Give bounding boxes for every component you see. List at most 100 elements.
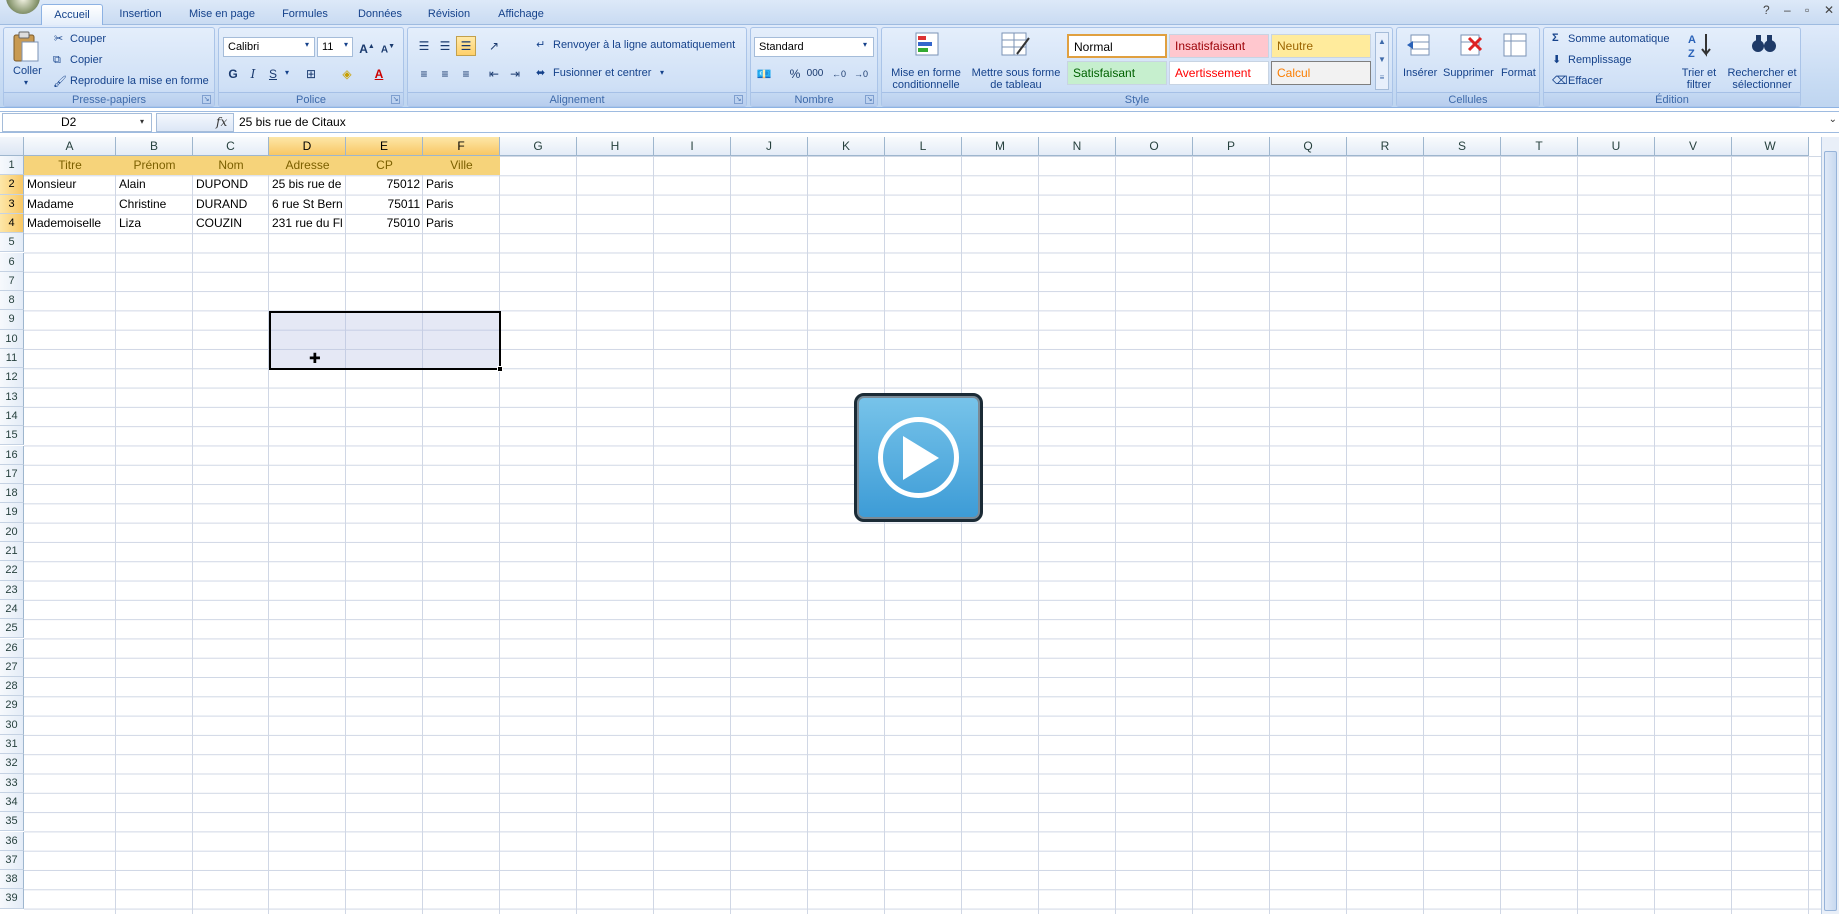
row-header-17[interactable]: 17 (0, 464, 24, 485)
table-format-button[interactable]: Mettre sous forme de tableau (970, 67, 1062, 91)
help-icon[interactable]: ? (1763, 3, 1770, 17)
column-header-p[interactable]: P (1193, 137, 1270, 156)
cell-f2[interactable]: Paris (423, 175, 500, 194)
cell-area[interactable]: Titre Prénom Nom Adresse CP Ville Monsieur Alai… (24, 156, 1821, 914)
align-center-icon[interactable]: ≡ (435, 64, 455, 84)
fill-button[interactable]: Remplissage (1568, 54, 1632, 66)
font-launcher-icon[interactable]: ↘ (391, 95, 400, 104)
vertical-scroll-thumb[interactable] (1824, 151, 1837, 911)
sort-filter-button[interactable]: Trier et filtrer (1677, 67, 1721, 91)
style-insatisfaisant[interactable]: Insatisfaisant (1169, 34, 1269, 58)
row-header-14[interactable]: 14 (0, 406, 24, 427)
copy-button[interactable]: Copier (70, 54, 102, 66)
select-all-corner[interactable] (0, 137, 24, 156)
increase-decimal-icon[interactable]: ←0 (829, 64, 849, 84)
conditional-format-icon[interactable] (912, 30, 946, 62)
header-cell-e[interactable]: CP (346, 156, 423, 175)
clear-button[interactable]: Effacer (1568, 75, 1603, 87)
cell-b3[interactable]: Christine (116, 195, 193, 214)
name-box[interactable]: D2 (2, 113, 152, 132)
row-header-32[interactable]: 32 (0, 754, 24, 774)
number-format-dropdown-icon[interactable]: ▾ (863, 40, 867, 49)
cell-c4[interactable]: COUZIN (193, 214, 269, 233)
row-header-38[interactable]: 38 (0, 870, 24, 890)
row-header-39[interactable]: 39 (0, 889, 24, 909)
column-header-b[interactable]: B (116, 137, 193, 156)
table-format-icon[interactable] (999, 30, 1033, 62)
worksheet-grid[interactable]: ABCDEFGHIJKLMNOPQRSTUVW 1 2 3 4 5 6 7 8 9 10 11 12 1… (0, 137, 1821, 914)
decrease-decimal-icon[interactable]: →0 (851, 64, 871, 84)
column-header-i[interactable]: I (654, 137, 731, 156)
header-cell-b[interactable]: Prénom (116, 156, 193, 175)
find-select-button[interactable]: Rechercher et sélectionner (1724, 67, 1800, 91)
column-header-l[interactable]: L (885, 137, 962, 156)
cell-e2[interactable]: 75012 (346, 175, 423, 194)
header-cell-c[interactable]: Nom (193, 156, 269, 175)
close-icon[interactable]: ✕ (1824, 3, 1834, 17)
tab-insertion[interactable]: Insertion (108, 4, 173, 25)
style-avertissement[interactable]: Avertissement (1169, 61, 1269, 85)
row-header-3[interactable]: 3 (0, 194, 24, 214)
column-header-k[interactable]: K (808, 137, 885, 156)
clipboard-launcher-icon[interactable]: ↘ (202, 95, 211, 104)
header-cell-f[interactable]: Ville (423, 156, 500, 175)
cell-c3[interactable]: DURAND (193, 195, 269, 214)
fx-icon[interactable]: fx (216, 115, 227, 129)
cell-b2[interactable]: Alain (116, 175, 193, 194)
paste-button[interactable]: Coller (13, 65, 42, 77)
cell-d2[interactable]: 25 bis rue de (269, 175, 346, 194)
row-header-31[interactable]: 31 (0, 735, 24, 755)
row-header-24[interactable]: 24 (0, 599, 24, 620)
tab-revision[interactable]: Révision (418, 4, 480, 25)
bold-button[interactable]: G (223, 64, 243, 84)
delete-cells-button[interactable]: Supprimer (1443, 67, 1494, 79)
row-header-10[interactable]: 10 (0, 329, 24, 349)
row-header-16[interactable]: 16 (0, 445, 24, 465)
cell-a4[interactable]: Mademoiselle (24, 214, 116, 233)
tab-donnees[interactable]: Données (350, 4, 410, 25)
cell-a2[interactable]: Monsieur (24, 175, 116, 194)
merge-icon[interactable]: ⬌ (536, 66, 545, 79)
column-header-c[interactable]: C (193, 137, 269, 156)
row-header-18[interactable]: 18 (0, 484, 24, 504)
formula-input[interactable]: 25 bis rue de Citaux (239, 113, 1829, 132)
row-header-2[interactable]: 2 (0, 175, 24, 195)
number-launcher-icon[interactable]: ↘ (865, 95, 874, 104)
column-header-j[interactable]: J (731, 137, 808, 156)
style-neutre[interactable]: Neutre (1271, 34, 1371, 58)
orientation-icon[interactable]: ↗ (484, 36, 504, 56)
row-header-13[interactable]: 13 (0, 387, 24, 407)
insert-cells-icon[interactable] (1405, 30, 1439, 62)
thousands-button[interactable]: 000 (805, 64, 825, 84)
restore-icon[interactable]: ▫ (1805, 3, 1809, 17)
row-header-11[interactable]: 11 (0, 349, 24, 369)
paste-dropdown-icon[interactable]: ▾ (24, 78, 28, 87)
row-header-12[interactable]: 12 (0, 368, 24, 388)
cell-f3[interactable]: Paris (423, 195, 500, 214)
row-header-7[interactable]: 7 (0, 271, 24, 292)
increase-indent-icon[interactable]: ⇥ (505, 64, 525, 84)
percent-button[interactable]: % (785, 64, 805, 84)
row-header-30[interactable]: 30 (0, 715, 24, 735)
header-cell-d[interactable]: Adresse (269, 156, 346, 175)
copy-icon[interactable]: ⧉ (53, 54, 61, 67)
minimize-icon[interactable]: – (1784, 3, 1791, 17)
grow-font-icon[interactable]: A▲ (357, 37, 377, 57)
autosum-button[interactable]: Somme automatique (1568, 33, 1670, 45)
cell-e3[interactable]: 75011 (346, 195, 423, 214)
column-header-t[interactable]: T (1501, 137, 1578, 156)
cell-e4[interactable]: 75010 (346, 214, 423, 233)
merge-dropdown-icon[interactable]: ▾ (660, 68, 664, 77)
borders-icon[interactable]: ⊞ (301, 64, 321, 84)
currency-icon[interactable]: 💶 (754, 64, 774, 84)
cell-f4[interactable]: Paris (423, 214, 500, 233)
styles-gallery-scroll[interactable]: ▲ ▼ ≡ (1375, 32, 1389, 90)
column-header-u[interactable]: U (1578, 137, 1655, 156)
alignment-launcher-icon[interactable]: ↘ (734, 95, 743, 104)
row-header-35[interactable]: 35 (0, 812, 24, 832)
font-color-icon[interactable]: A (369, 64, 389, 84)
find-select-icon[interactable] (1749, 30, 1783, 62)
italic-button[interactable]: I (243, 64, 263, 84)
vertical-scrollbar[interactable] (1821, 137, 1839, 914)
fill-handle[interactable] (497, 366, 503, 372)
